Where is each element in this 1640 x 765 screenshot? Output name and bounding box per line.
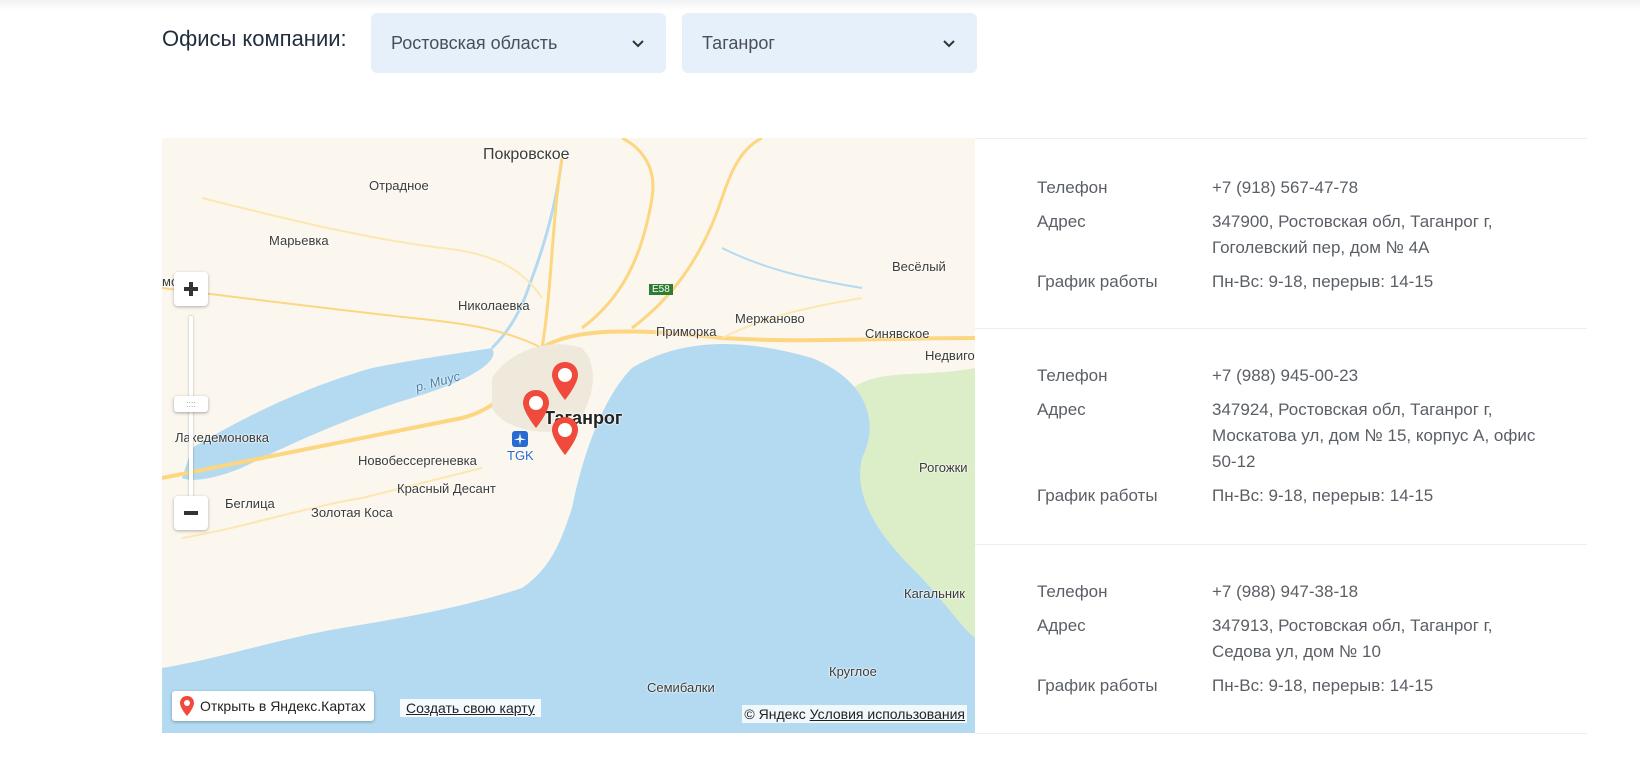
address-label: Адрес	[1037, 400, 1086, 419]
address-value: 347924, Ростовская обл, Таганрог г, Моск…	[1212, 400, 1536, 471]
zoom-out-button[interactable]	[174, 496, 208, 530]
terms-of-use-link[interactable]: Условия использования	[810, 706, 965, 722]
office-phone-row: Телефон +7 (918) 567-47-78	[1037, 175, 1587, 201]
map-label-nedvigovka: Недвиго	[925, 348, 975, 363]
hours-label: График работы	[1037, 272, 1158, 291]
office-marker-2[interactable]	[522, 389, 550, 429]
create-own-map-link[interactable]: Создать свою карту	[400, 699, 541, 717]
yandex-map[interactable]: Покровское Отрадное Марьевка мо Весёлый …	[162, 138, 975, 733]
map-label-merzhanovo: Мержаново	[735, 311, 805, 326]
map-label-beglitsa: Беглица	[225, 496, 275, 511]
map-label-sinyavskoe: Синявское	[865, 326, 930, 341]
office-marker-3[interactable]	[551, 416, 579, 456]
map-label-rogozhkino: Рогожки	[919, 460, 968, 475]
offices-title: Офисы компании:	[162, 26, 347, 51]
map-label-nikolaevka: Николаевка	[458, 298, 530, 313]
zoom-slider-handle[interactable]: ::::	[174, 396, 208, 412]
plus-icon	[184, 282, 198, 296]
phone-label: Телефон	[1037, 582, 1108, 601]
office-address-row: Адрес 347924, Ростовская обл, Таганрог г…	[1037, 397, 1587, 475]
map-label-kagalnik: Кагальник	[904, 586, 965, 601]
address-label: Адрес	[1037, 616, 1086, 635]
phone-label: Телефон	[1037, 366, 1108, 385]
address-label: Адрес	[1037, 212, 1086, 231]
phone-value[interactable]: +7 (988) 945-00-23	[1212, 363, 1542, 389]
hours-value: Пн-Вс: 9-18, перерыв: 14-15	[1212, 486, 1434, 505]
office-card: Телефон +7 (918) 567-47-78 Адрес 347900,…	[975, 138, 1587, 328]
hours-value: Пн-Вс: 9-18, перерыв: 14-15	[1212, 676, 1434, 695]
region-select-value: Ростовская область	[391, 32, 558, 53]
chevron-down-icon	[943, 40, 955, 48]
copyright-text: © Яндекс	[744, 706, 806, 722]
office-hours-row: График работы Пн-Вс: 9-18, перерыв: 14-1…	[1037, 269, 1587, 295]
city-select[interactable]: Таганрог	[682, 13, 977, 73]
address-value: 347913, Ростовская обл, Таганрог г, Седо…	[1212, 616, 1493, 661]
map-label-pokrovskoe: Покровское	[483, 146, 570, 163]
map-label-primorka: Приморка	[656, 324, 717, 339]
address-value: 347900, Ростовская обл, Таганрог г, Гого…	[1212, 212, 1493, 257]
map-pin-icon	[180, 696, 194, 716]
offices-list: Телефон +7 (918) 567-47-78 Адрес 347900,…	[975, 138, 1587, 734]
office-marker-1[interactable]	[551, 361, 579, 401]
map-label-novobessergenevka: Новобессергеневка	[358, 453, 477, 468]
chevron-down-icon	[632, 40, 644, 48]
road-sign-e58: E58	[649, 284, 673, 295]
office-hours-row: График работы Пн-Вс: 9-18, перерыв: 14-1…	[1037, 483, 1587, 509]
map-label-krasny-desant: Красный Десант	[397, 481, 496, 496]
airport-icon	[512, 431, 528, 447]
map-label-tgk: TGK	[507, 448, 534, 463]
top-shadow	[0, 0, 1640, 10]
map-label-zolotaya-kosa: Золотая Коса	[311, 505, 393, 520]
map-label-vesely: Весёлый	[892, 259, 946, 274]
map-label-krugloe: Круглое	[829, 664, 877, 679]
hours-label: График работы	[1037, 676, 1158, 695]
map-copyright: © Яндекс Условия использования	[742, 705, 967, 723]
office-card: Телефон +7 (988) 945-00-23 Адрес 347924,…	[975, 328, 1587, 544]
office-card: Телефон +7 (988) 947-38-18 Адрес 347913,…	[975, 544, 1587, 734]
office-phone-row: Телефон +7 (988) 945-00-23	[1037, 363, 1587, 389]
map-label-marevka: Марьевка	[269, 233, 329, 248]
open-in-yandex-maps-button[interactable]: Открыть в Яндекс.Картах	[172, 691, 374, 721]
map-label-otradnoe: Отрадное	[369, 178, 429, 193]
phone-value[interactable]: +7 (988) 947-38-18	[1212, 579, 1542, 605]
office-address-row: Адрес 347913, Ростовская обл, Таганрог г…	[1037, 613, 1587, 665]
zoom-in-button[interactable]	[174, 272, 208, 306]
phone-value[interactable]: +7 (918) 567-47-78	[1212, 175, 1542, 201]
minus-icon	[184, 511, 198, 515]
city-select-value: Таганрог	[702, 32, 775, 53]
office-phone-row: Телефон +7 (988) 947-38-18	[1037, 579, 1587, 605]
office-hours-row: График работы Пн-Вс: 9-18, перерыв: 14-1…	[1037, 673, 1587, 699]
office-address-row: Адрес 347900, Ростовская обл, Таганрог г…	[1037, 209, 1587, 261]
open-in-yandex-maps-label: Открыть в Яндекс.Картах	[200, 698, 366, 714]
region-select[interactable]: Ростовская область	[371, 13, 666, 73]
phone-label: Телефон	[1037, 178, 1108, 197]
hours-value: Пн-Вс: 9-18, перерыв: 14-15	[1212, 272, 1434, 291]
map-label-semibalki: Семибалки	[647, 680, 715, 695]
hours-label: График работы	[1037, 486, 1158, 505]
